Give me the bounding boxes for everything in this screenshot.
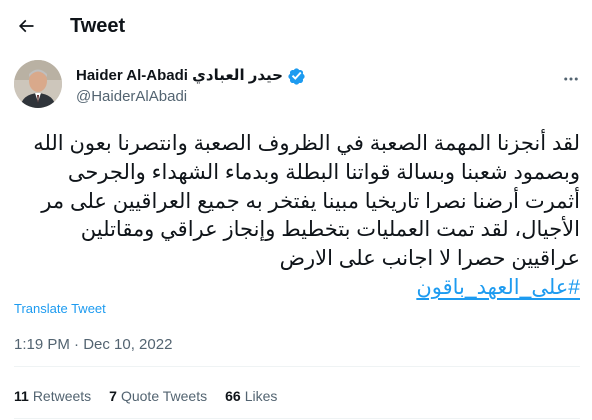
author-name-text: Haider Al-Abadi حيدر العبادي	[76, 67, 283, 84]
tweet-detail-page: Tweet Haider Al-Abadi حيدر العبادي @Haid…	[0, 0, 592, 420]
tweet-text: لقد أنجزنا المهمة الصعبة في الظروف الصعب…	[14, 130, 580, 303]
quote-tweets-label: Quote Tweets	[120, 388, 208, 404]
page-title: Tweet	[70, 15, 126, 37]
author-handle[interactable]: @HaiderAlAbadi	[76, 87, 187, 107]
more-options-button[interactable]	[556, 64, 586, 94]
hashtag-link[interactable]: #على_العهد_باقون	[416, 276, 580, 299]
arrow-left-icon	[18, 19, 34, 33]
tweet-body: لقد أنجزنا المهمة الصعبة في الظروف الصعب…	[33, 132, 580, 271]
retweets-stat[interactable]: 11 Retweets	[14, 386, 91, 406]
translate-tweet-link[interactable]: Translate Tweet	[14, 301, 106, 317]
author-name[interactable]: Haider Al-Abadi حيدر العبادي	[76, 66, 306, 86]
back-button[interactable]	[8, 8, 44, 44]
retweets-count: 11	[14, 388, 29, 404]
divider	[14, 418, 580, 419]
tweet-stats: 11 Retweets 7 Quote Tweets 66 Likes	[14, 386, 277, 406]
likes-stat[interactable]: 66 Likes	[225, 386, 277, 406]
avatar[interactable]	[14, 60, 62, 108]
more-horizontal-icon	[564, 77, 578, 81]
header: Tweet	[0, 0, 592, 52]
likes-label: Likes	[244, 388, 278, 404]
likes-count: 66	[225, 388, 241, 404]
retweets-label: Retweets	[32, 388, 92, 404]
quote-tweets-stat[interactable]: 7 Quote Tweets	[109, 386, 207, 406]
tweet-timestamp[interactable]: 1:19 PM · Dec 10, 2022	[14, 335, 172, 355]
avatar-image	[14, 60, 62, 108]
verified-badge-icon	[288, 67, 305, 85]
divider	[14, 366, 580, 367]
quote-tweets-count: 7	[109, 388, 117, 404]
